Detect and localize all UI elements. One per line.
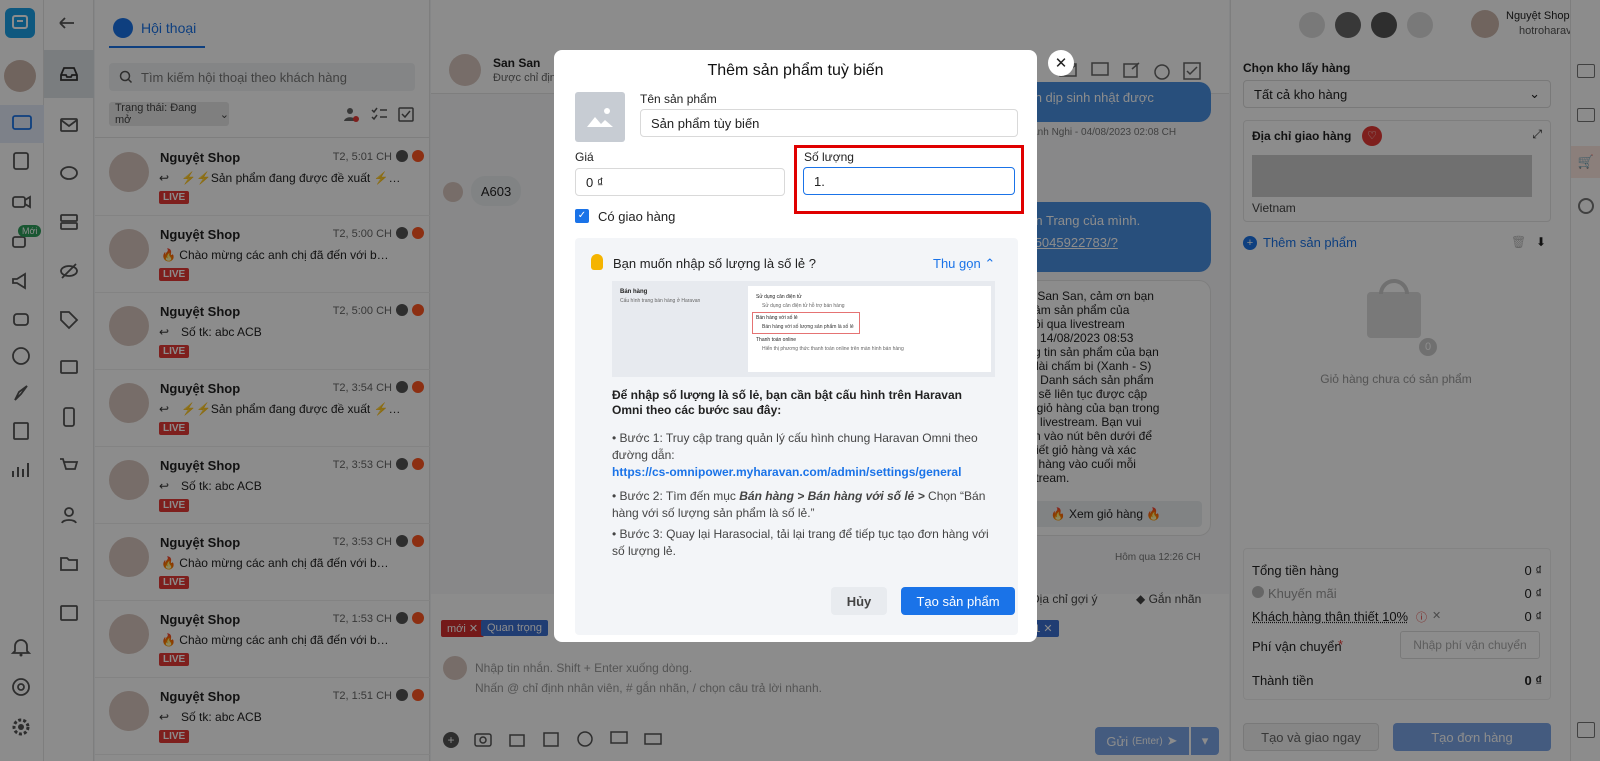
modal-title: Thêm sản phẩm tuỳ biến: [707, 62, 884, 79]
shot-line: Bán hàng với số lẻ: [756, 315, 798, 321]
shot-line: Thanh toán online: [756, 337, 797, 343]
shot-section-sub: Cấu hình trang bán hàng ở Haravan: [620, 298, 701, 304]
product-name-value: Sản phẩm tùy biến: [651, 115, 760, 131]
quantity-label: Số lượng: [804, 150, 854, 164]
product-image-placeholder[interactable]: [575, 92, 625, 142]
step-3-text: • Bước 3: Quay lại Harasocial, tải lại t…: [612, 527, 989, 558]
price-input[interactable]: 0 ₫: [575, 168, 785, 196]
quantity-value: 1.: [814, 173, 825, 189]
tip-box: Bạn muốn nhập số lượng là số lẻ ? Thu gọ…: [575, 238, 1018, 635]
product-name-label: Tên sản phẩm: [640, 92, 717, 106]
cancel-label: Hủy: [846, 593, 872, 609]
modal-close-button[interactable]: ✕: [1048, 50, 1074, 76]
lightbulb-icon: [591, 254, 603, 270]
price-label: Giá: [575, 150, 594, 164]
shipping-checkbox-label: Có giao hàng: [598, 209, 676, 224]
cancel-button[interactable]: Hủy: [831, 587, 887, 615]
settings-link[interactable]: https://cs-omnipower.myharavan.com/admin…: [612, 464, 995, 481]
step-2-text: • Bước 2: Tìm đến mục: [612, 489, 740, 503]
step-1-text: • Bước 1: Truy cập trang quản lý cấu hìn…: [612, 431, 978, 462]
shot-line: Hiển thị phương thức thanh toán online t…: [762, 346, 904, 352]
price-value: 0 ₫: [586, 174, 604, 190]
product-name-input[interactable]: Sản phẩm tùy biến: [640, 109, 1018, 137]
shot-line: Sử dụng cân điện tử: [756, 294, 802, 300]
chevron-up-icon: ⌃: [984, 256, 996, 271]
tip-heading: Để nhập số lượng là số lẻ, bạn cần bật c…: [612, 388, 962, 417]
tip-title: Bạn muốn nhập số lượng là số lẻ ?: [613, 256, 816, 271]
image-icon: [587, 108, 613, 127]
create-product-label: Tạo sản phẩm: [916, 593, 1000, 609]
shot-section: Bán hàng: [620, 289, 648, 295]
shot-line: Sử dụng cân điện tử hỗ trợ bán hàng: [762, 303, 845, 309]
step-1: • Bước 1: Truy cập trang quản lý cấu hìn…: [612, 430, 995, 481]
settings-screenshot: Bán hàng Cấu hình trang bán hàng ở Harav…: [612, 281, 995, 377]
tip-collapse-toggle[interactable]: Thu gọn ⌃: [933, 256, 995, 272]
custom-product-modal: Thêm sản phẩm tuỳ biến Tên sản phẩm Sản …: [554, 50, 1037, 642]
create-product-button[interactable]: Tạo sản phẩm: [901, 587, 1015, 615]
tip-collapse-label: Thu gọn: [933, 256, 981, 271]
step-3: • Bước 3: Quay lại Harasocial, tải lại t…: [612, 526, 995, 560]
shot-line: Bán hàng với số lượng sản phẩm là số lẻ: [762, 324, 854, 330]
step-2-bold: Bán hàng > Bán hàng với số lẻ >: [739, 489, 925, 503]
shot-panel: Sử dụng cân điện tử Sử dụng cân điện tử …: [748, 286, 991, 372]
step-2: • Bước 2: Tìm đến mục Bán hàng > Bán hàn…: [612, 488, 995, 522]
quantity-input[interactable]: 1.: [803, 167, 1015, 195]
shipping-checkbox[interactable]: ✓: [575, 209, 589, 223]
